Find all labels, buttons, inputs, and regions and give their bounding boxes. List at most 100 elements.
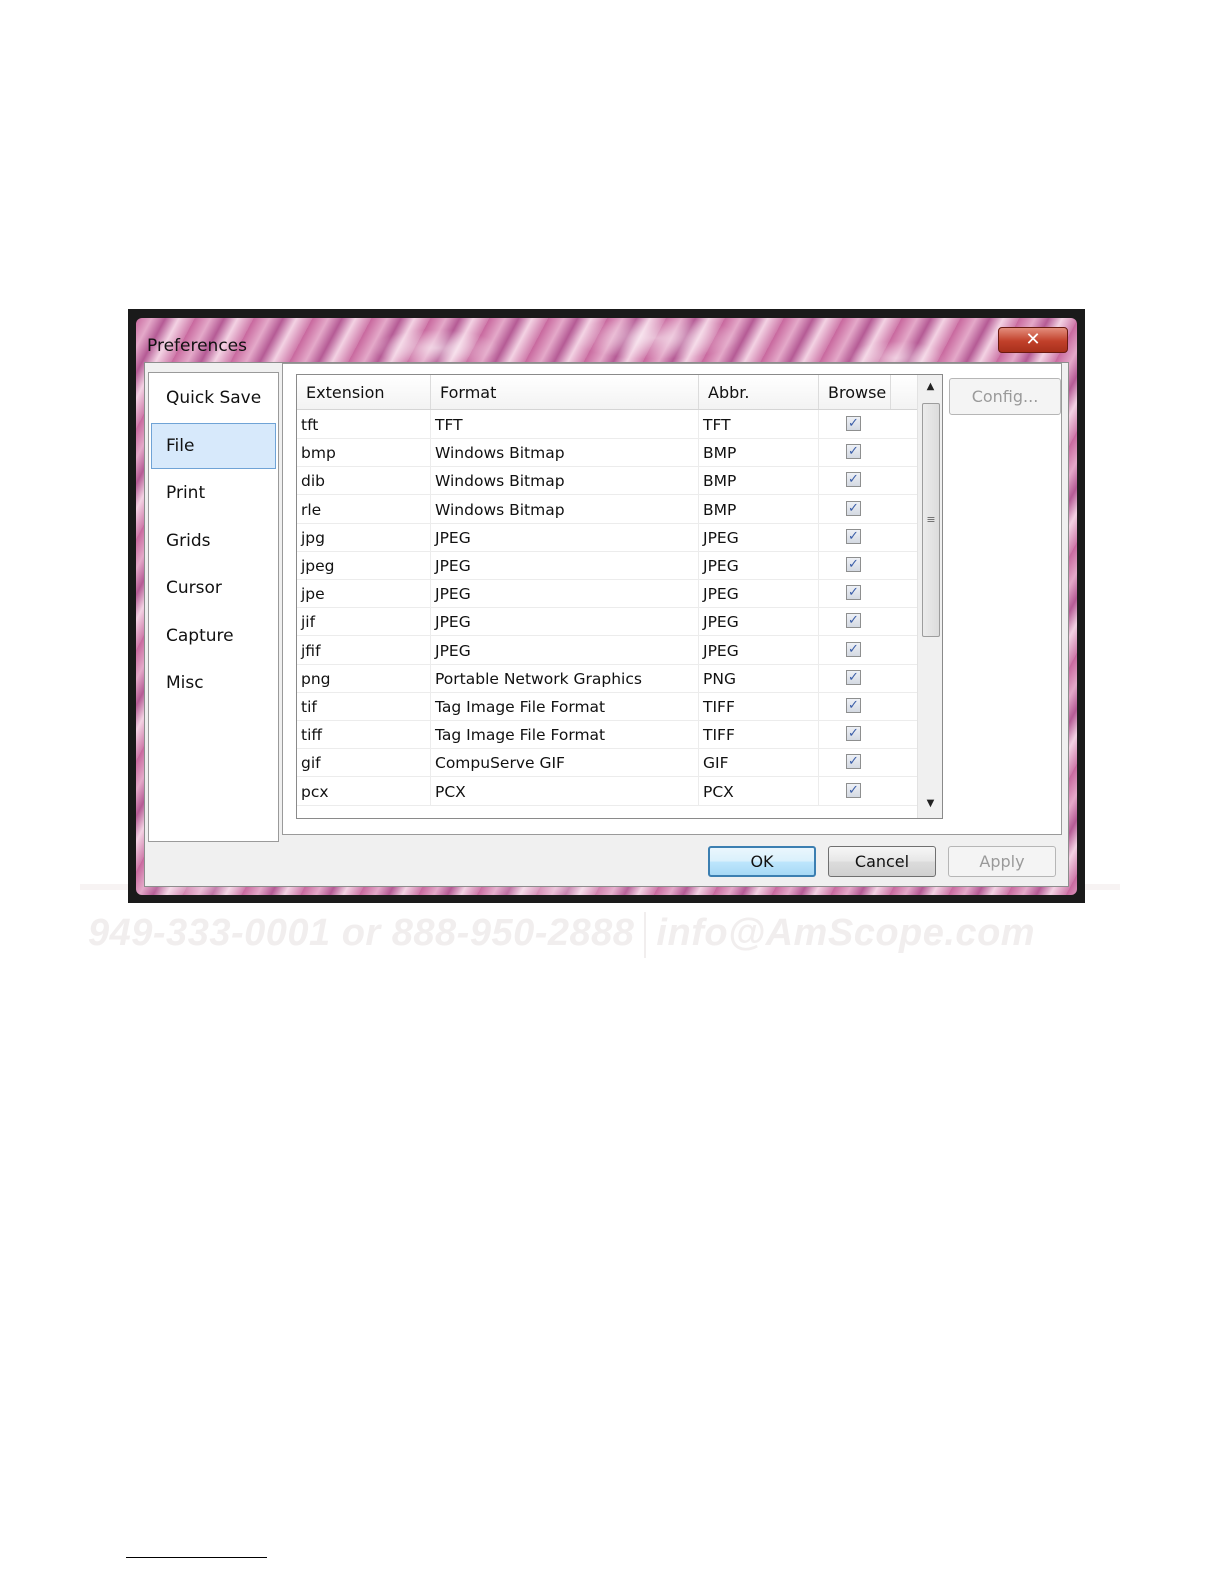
file-format-table: Extension Format Abbr. Browse tft TFT TFT ✓… bbox=[296, 374, 943, 819]
table-header: Extension Format Abbr. Browse bbox=[297, 375, 917, 410]
browse-checkbox[interactable]: ✓ bbox=[846, 557, 861, 572]
cell-extension: jif bbox=[301, 607, 431, 636]
watermark-contact: 949-333-0001 or 888-950-2888 info@AmScope… bbox=[88, 912, 1035, 958]
table-row[interactable]: png Portable Network Graphics PNG ✓ bbox=[297, 663, 917, 693]
browse-checkbox[interactable]: ✓ bbox=[846, 669, 861, 685]
watermark-email: info@AmScope.com bbox=[656, 912, 1036, 955]
column-header-abbr[interactable]: Abbr. bbox=[699, 375, 819, 409]
browse-checkbox[interactable]: ✓ bbox=[846, 500, 861, 516]
cell-abbr: BMP bbox=[703, 494, 819, 523]
footnote-divider bbox=[126, 1557, 267, 1558]
cell-abbr: TFT bbox=[703, 410, 819, 438]
cell-format: Portable Network Graphics bbox=[435, 663, 699, 692]
browse-checkbox[interactable]: ✓ bbox=[846, 726, 861, 742]
cell-extension: tif bbox=[301, 692, 431, 720]
cell-extension: jpe bbox=[301, 579, 431, 608]
table-row[interactable]: tif Tag Image File Format TIFF ✓ bbox=[297, 692, 917, 721]
table-row[interactable]: jpe JPEG JPEG ✓ bbox=[297, 579, 917, 609]
nav-item-misc[interactable]: Misc bbox=[151, 660, 276, 706]
browse-checkbox[interactable]: ✓ bbox=[846, 754, 861, 770]
cell-abbr: JPEG bbox=[703, 607, 819, 636]
cell-format: Windows Bitmap bbox=[435, 466, 699, 495]
browse-checkbox[interactable]: ✓ bbox=[846, 613, 861, 629]
column-header-format[interactable]: Format bbox=[431, 375, 699, 409]
config-button[interactable]: Config... bbox=[949, 378, 1061, 415]
cell-format: Tag Image File Format bbox=[435, 692, 699, 720]
cell-format: JPEG bbox=[435, 635, 699, 664]
nav-item-capture[interactable]: Capture bbox=[151, 613, 276, 659]
nav-item-grids[interactable]: Grids bbox=[151, 518, 276, 564]
browse-checkbox[interactable]: ✓ bbox=[846, 641, 861, 657]
cell-format: JPEG bbox=[435, 607, 699, 636]
cell-format: JPEG bbox=[435, 551, 699, 579]
browse-checkbox[interactable]: ✓ bbox=[846, 782, 861, 798]
cell-format: Windows Bitmap bbox=[435, 438, 699, 467]
cell-format: CompuServe GIF bbox=[435, 748, 699, 777]
scroll-down-arrow-icon[interactable]: ▼ bbox=[918, 795, 942, 813]
table-row[interactable]: jpg JPEG JPEG ✓ bbox=[297, 522, 917, 552]
cell-abbr: JPEG bbox=[703, 579, 819, 608]
cell-extension: png bbox=[301, 663, 431, 692]
watermark-separator bbox=[644, 912, 647, 958]
table-row[interactable]: jfif JPEG JPEG ✓ bbox=[297, 635, 917, 665]
nav-item-cursor[interactable]: Cursor bbox=[151, 565, 276, 611]
scroll-up-arrow-icon[interactable]: ▲ bbox=[918, 378, 942, 396]
cell-abbr: BMP bbox=[703, 466, 819, 495]
table-row[interactable]: jif JPEG JPEG ✓ bbox=[297, 607, 917, 637]
cell-format: Windows Bitmap bbox=[435, 494, 699, 523]
cell-abbr: TIFF bbox=[703, 692, 819, 720]
cell-extension: gif bbox=[301, 748, 431, 777]
cell-format: PCX bbox=[435, 776, 699, 805]
apply-button[interactable]: Apply bbox=[948, 846, 1056, 877]
table-row[interactable]: tft TFT TFT ✓ bbox=[297, 410, 917, 439]
dialog-title: Preferences bbox=[147, 336, 247, 356]
table-row[interactable]: dib Windows Bitmap BMP ✓ bbox=[297, 466, 917, 496]
vertical-scrollbar[interactable]: ▲ ≡ ▼ bbox=[917, 375, 942, 818]
close-button[interactable]: ✕ bbox=[998, 327, 1068, 353]
dialog-frame: Preferences ✕ Quick Save File Print Grids Cu… bbox=[136, 318, 1077, 895]
browse-checkbox[interactable]: ✓ bbox=[846, 528, 861, 544]
table-row[interactable]: tiff Tag Image File Format TIFF ✓ bbox=[297, 720, 917, 750]
scrollbar-thumb[interactable]: ≡ bbox=[922, 403, 940, 637]
browse-checkbox[interactable]: ✓ bbox=[846, 472, 861, 488]
ok-button[interactable]: OK bbox=[708, 846, 816, 877]
cell-extension: rle bbox=[301, 494, 431, 523]
cell-format: JPEG bbox=[435, 579, 699, 608]
grip-icon: ≡ bbox=[926, 513, 936, 526]
cell-abbr: GIF bbox=[703, 748, 819, 777]
cell-abbr: JPEG bbox=[703, 551, 819, 579]
browse-checkbox[interactable]: ✓ bbox=[846, 416, 861, 431]
nav-item-print[interactable]: Print bbox=[151, 470, 276, 516]
cell-extension: jpeg bbox=[301, 551, 431, 579]
category-list: Quick Save File Print Grids Cursor Capture Mis… bbox=[148, 372, 279, 842]
browse-checkbox[interactable]: ✓ bbox=[846, 444, 861, 460]
cell-format: JPEG bbox=[435, 522, 699, 551]
cancel-button[interactable]: Cancel bbox=[828, 846, 936, 877]
browse-checkbox[interactable]: ✓ bbox=[846, 585, 861, 601]
cell-extension: pcx bbox=[301, 776, 431, 805]
table-row[interactable]: bmp Windows Bitmap BMP ✓ bbox=[297, 438, 917, 468]
table-row[interactable]: pcx PCX PCX ✓ bbox=[297, 776, 917, 806]
table-row[interactable]: jpeg JPEG JPEG ✓ bbox=[297, 551, 917, 580]
cell-abbr: TIFF bbox=[703, 720, 819, 749]
file-settings-panel: Extension Format Abbr. Browse tft TFT TFT ✓… bbox=[282, 363, 1062, 835]
cell-extension: tiff bbox=[301, 720, 431, 749]
cell-extension: jfif bbox=[301, 635, 431, 664]
cell-abbr: PCX bbox=[703, 776, 819, 805]
nav-item-quick-save[interactable]: Quick Save bbox=[151, 375, 276, 421]
column-header-browse[interactable]: Browse bbox=[819, 375, 891, 409]
cell-abbr: JPEG bbox=[703, 635, 819, 664]
table-row[interactable]: gif CompuServe GIF GIF ✓ bbox=[297, 748, 917, 778]
cell-format: Tag Image File Format bbox=[435, 720, 699, 749]
column-header-extension[interactable]: Extension bbox=[297, 375, 431, 409]
cell-format: TFT bbox=[435, 410, 699, 438]
preferences-dialog: Preferences ✕ Quick Save File Print Grids Cu… bbox=[128, 309, 1085, 903]
browse-checkbox[interactable]: ✓ bbox=[846, 698, 861, 713]
watermark-phone: 949-333-0001 or 888-950-2888 bbox=[88, 912, 635, 955]
cell-abbr: BMP bbox=[703, 438, 819, 467]
table-row[interactable]: rle Windows Bitmap BMP ✓ bbox=[297, 494, 917, 524]
cell-extension: bmp bbox=[301, 438, 431, 467]
nav-item-file[interactable]: File bbox=[151, 422, 276, 469]
dialog-client-area: Quick Save File Print Grids Cursor Capture Mis… bbox=[144, 362, 1069, 887]
cell-abbr: JPEG bbox=[703, 522, 819, 551]
